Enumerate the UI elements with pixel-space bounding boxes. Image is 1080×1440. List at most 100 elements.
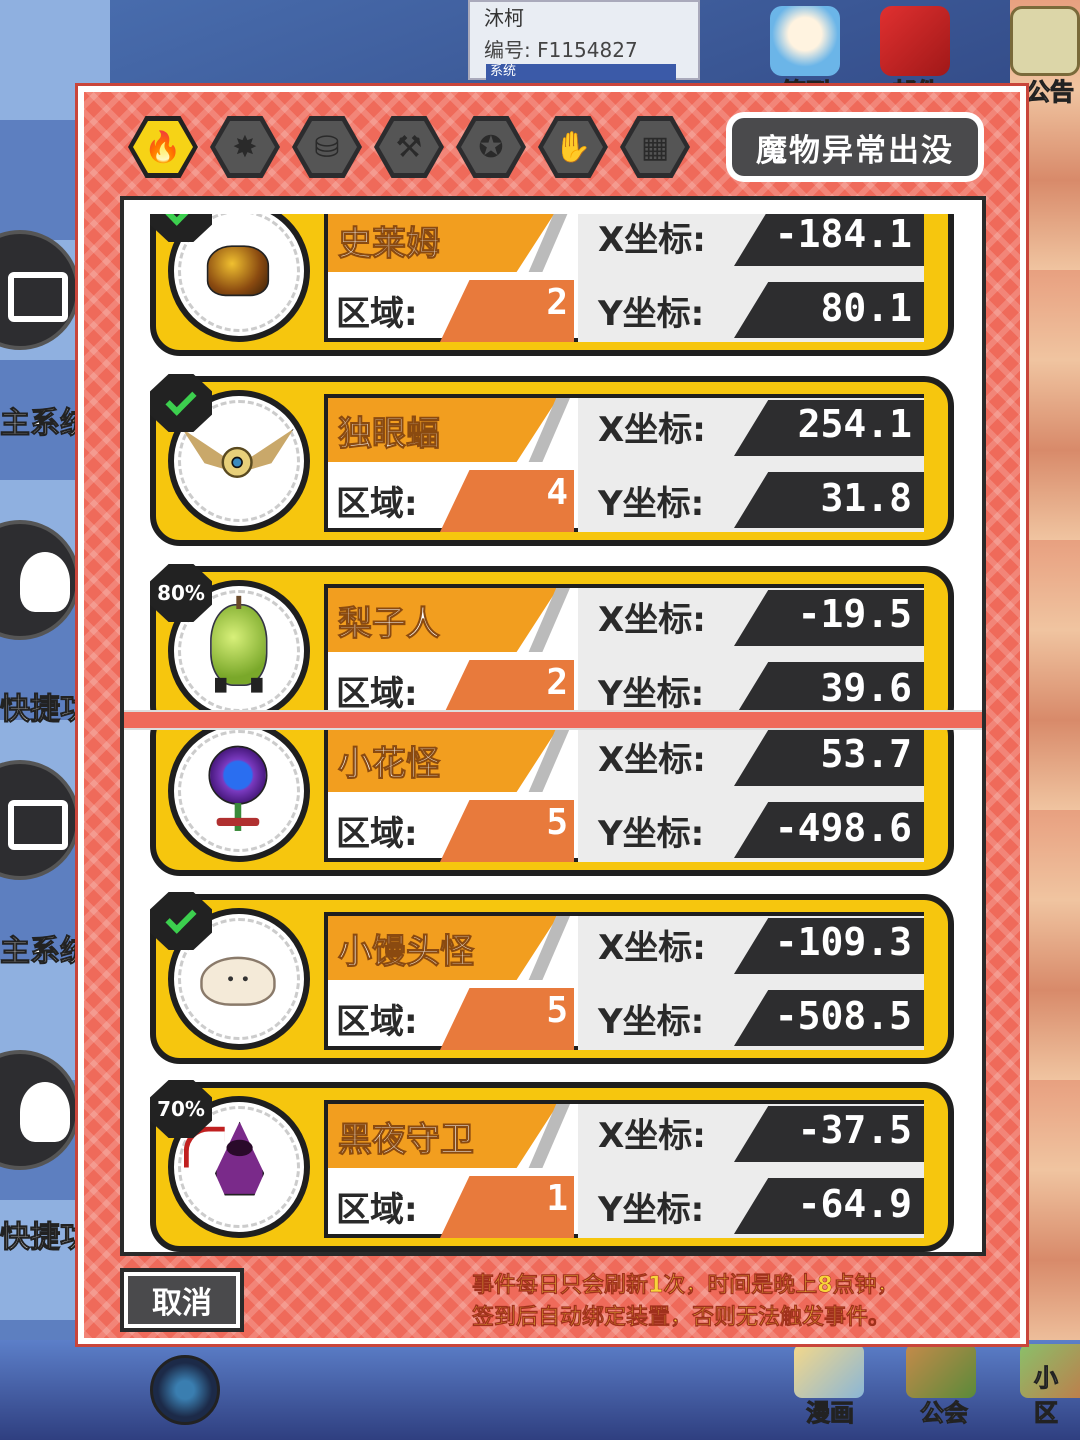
monster-info-panel: 梨子人区域: 2 X坐标: Y坐标: -19.5 39.6 xyxy=(324,584,924,710)
monster-anomaly-dialog: 🔥 ✸ ⛁ ⚒ ✪ ✋ ▦ 魔物异常出没 史莱姆 区域: 2 X坐标: Y坐标: -184.1 80.1… xyxy=(75,83,1029,1347)
region-value: 5 xyxy=(546,990,568,1031)
region-label: 区域: xyxy=(336,294,418,334)
monster-name: 小馒头怪 xyxy=(338,932,475,973)
tab-flame[interactable]: 🔥 xyxy=(128,116,198,178)
monster-name: 小花怪 xyxy=(338,744,441,785)
progress-percent: 80% xyxy=(157,581,205,605)
monster-card[interactable]: 史莱姆 区域: 2 X坐标: Y坐标: -184.1 80.1 xyxy=(150,214,954,356)
region-label: 区域: xyxy=(336,1190,418,1230)
player-id: 编号: F1154827 xyxy=(484,38,638,62)
notice-label: 公告 xyxy=(1026,78,1075,107)
guild-icon[interactable] xyxy=(906,1344,976,1398)
x-coordinate-value: 53.7 xyxy=(820,732,912,776)
flame-icon: 🔥 xyxy=(144,129,182,165)
notice-line-2: 签到后自动绑定装置，否则无法触发事件。 xyxy=(472,1305,891,1331)
region-label: 区域: xyxy=(336,1002,418,1042)
y-coordinate-label: Y坐标: xyxy=(598,1190,705,1230)
guild-label: 公会 xyxy=(920,1399,969,1428)
district-label: 小区 xyxy=(1034,1364,1059,1428)
monster-info-panel: 独眼蝠 区域: 4 X坐标: Y坐标: 254.1 31.8 xyxy=(324,394,924,532)
monster-portrait xyxy=(168,730,310,862)
y-coordinate-label: Y坐标: xyxy=(598,674,705,710)
monster-info-panel: 小馒头怪区域: 5 X坐标: Y坐标: -109.3 -508.5 xyxy=(324,912,924,1050)
region-value: 2 xyxy=(546,282,568,323)
y-coordinate-value: 39.6 xyxy=(820,666,912,710)
monster-name: 独眼蝠 xyxy=(338,414,441,455)
monster-list-page-2[interactable]: 小花怪区域: 5 X坐标: Y坐标: 53.7 -498.6 小馒头怪区域: 5 X坐标: Y坐标… xyxy=(124,730,982,1252)
tab-grid[interactable]: ▦ xyxy=(620,116,690,178)
main-system-label-2: 主系统 xyxy=(0,934,91,970)
notice-line-1: 事件每日只会刷新1次，时间是晚上8点钟， xyxy=(472,1273,899,1299)
fire-burst-icon: ✸ xyxy=(232,129,258,165)
mascot-icon[interactable] xyxy=(770,6,840,76)
region-value: 1 xyxy=(546,1178,568,1219)
shortcut-label: 快捷功 xyxy=(0,692,91,728)
grid-icon: ▦ xyxy=(640,129,670,165)
y-coordinate-value: -508.5 xyxy=(774,994,912,1038)
y-coordinate-value: 31.8 xyxy=(820,476,912,520)
coins-icon: ⛁ xyxy=(314,129,340,165)
window-icon xyxy=(8,272,68,322)
cancel-button[interactable]: 取消 xyxy=(120,1268,244,1332)
y-coordinate-label: Y坐标: xyxy=(598,294,705,334)
region-value: 2 xyxy=(546,662,568,703)
glove-icon: ✋ xyxy=(554,129,592,165)
x-coordinate-label: X坐标: xyxy=(598,928,706,968)
tab-glove[interactable]: ✋ xyxy=(538,116,608,178)
comic-icon[interactable] xyxy=(794,1344,864,1398)
dialog-title: 魔物异常出没 xyxy=(732,118,978,176)
monster-card[interactable]: 独眼蝠 区域: 4 X坐标: Y坐标: 254.1 31.8 xyxy=(150,374,954,546)
monster-card[interactable]: 小馒头怪区域: 5 X坐标: Y坐标: -109.3 -508.5 xyxy=(150,892,954,1064)
x-coordinate-value: -37.5 xyxy=(797,1108,912,1152)
y-coordinate-label: Y坐标: xyxy=(598,814,705,854)
monster-name: 梨子人 xyxy=(338,604,441,645)
x-coordinate-value: 254.1 xyxy=(797,402,912,446)
cancel-button-label: 取消 xyxy=(128,1276,236,1324)
tab-coins[interactable]: ⛁ xyxy=(292,116,362,178)
window-icon xyxy=(8,800,68,850)
captured-check-icon xyxy=(150,892,212,950)
monster-list[interactable]: 史莱姆 区域: 2 X坐标: Y坐标: -184.1 80.1 独眼蝠 区域: 4 X坐标: Y坐标:… xyxy=(120,196,986,1256)
x-coordinate-value: -19.5 xyxy=(797,592,912,636)
monster-list-page-1[interactable]: 史莱姆 区域: 2 X坐标: Y坐标: -184.1 80.1 独眼蝠 区域: 4 X坐标: Y坐标:… xyxy=(124,214,982,710)
monster-name: 史莱姆 xyxy=(338,224,441,265)
tab-star-coin[interactable]: ✪ xyxy=(456,116,526,178)
hammer-icon: ⚒ xyxy=(395,129,423,165)
event-notice: 事件每日只会刷新1次，时间是晚上8点钟， 签到后自动绑定装置，否则无法触发事件。 xyxy=(472,1270,972,1334)
main-system-label: 主系统 xyxy=(0,406,91,442)
region-value: 5 xyxy=(546,802,568,843)
monster-info-panel: 黑夜守卫区域: 1 X坐标: Y坐标: -37.5 -64.9 xyxy=(324,1100,924,1238)
x-coordinate-value: -184.1 xyxy=(774,214,912,256)
y-coordinate-value: -64.9 xyxy=(797,1182,912,1226)
list-divider xyxy=(124,710,982,730)
tab-hammer[interactable]: ⚒ xyxy=(374,116,444,178)
progress-badge: 80% xyxy=(150,564,212,622)
progress-percent: 70% xyxy=(157,1097,205,1121)
monster-info-panel: 史莱姆 区域: 2 X坐标: Y坐标: -184.1 80.1 xyxy=(324,214,924,342)
system-label: 系统 xyxy=(486,64,676,80)
x-coordinate-label: X坐标: xyxy=(598,740,706,780)
flower-monster-icon xyxy=(174,730,281,833)
monster-info-panel: 小花怪 区域: 5 X坐标: Y坐标: 53.7 -498.6 xyxy=(324,730,924,862)
x-coordinate-label: X坐标: xyxy=(598,220,706,260)
monster-card[interactable]: 80% 梨子人区域: 2 X坐标: Y坐标: -19.5 39.6 xyxy=(150,564,954,710)
x-coordinate-label: X坐标: xyxy=(598,600,706,640)
monster-name: 黑夜守卫 xyxy=(338,1120,475,1161)
tab-fire-burst[interactable]: ✸ xyxy=(210,116,280,178)
x-coordinate-label: X坐标: xyxy=(598,1116,706,1156)
monster-card[interactable]: 70% 黑夜守卫区域: 1 X坐标: Y坐标: -37.5 -64.9 xyxy=(150,1080,954,1252)
region-label: 区域: xyxy=(336,674,418,710)
star-coin-icon: ✪ xyxy=(478,129,504,165)
notice-board-icon[interactable] xyxy=(1010,6,1080,76)
dialog-title-box: 魔物异常出没 xyxy=(726,112,984,182)
player-name: 沐柯 xyxy=(484,6,524,30)
comic-label: 漫画 xyxy=(806,1399,855,1428)
lightbulb-icon xyxy=(20,552,70,612)
monster-card[interactable]: 小花怪 区域: 5 X坐标: Y坐标: 53.7 -498.6 xyxy=(150,730,954,876)
y-coordinate-label: Y坐标: xyxy=(598,1002,705,1042)
mail-icon[interactable] xyxy=(880,6,950,76)
y-coordinate-value: -498.6 xyxy=(774,806,912,850)
region-value: 4 xyxy=(546,472,568,513)
x-coordinate-value: -109.3 xyxy=(774,920,912,964)
region-label: 区域: xyxy=(336,484,418,524)
